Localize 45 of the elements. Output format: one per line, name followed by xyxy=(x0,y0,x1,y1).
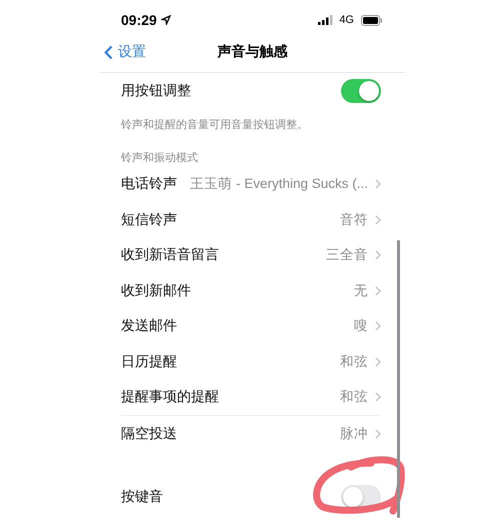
setting-label: 收到新邮件 xyxy=(121,282,191,300)
chevron-icon xyxy=(375,356,381,367)
section-header: 铃声和振动模式 xyxy=(121,150,199,166)
setting-value: 和弦 xyxy=(339,352,368,371)
setting-label: 用按钮调整 xyxy=(121,82,191,100)
setting-value: 无 xyxy=(353,282,368,300)
page-title: 声音与触感 xyxy=(218,43,288,61)
chevron-icon xyxy=(375,214,381,225)
battery-icon xyxy=(361,14,383,26)
chevron-icon xyxy=(375,392,381,402)
settings-row[interactable]: 电话铃声 王玉萌 - Everything Sucks (... xyxy=(121,166,381,202)
settings-row[interactable]: 短信铃声 音符 xyxy=(121,202,381,238)
status-time: 09:29 xyxy=(121,12,157,28)
network-type: 4G xyxy=(339,14,354,26)
settings-row[interactable]: 收到新语音留言 三全音 xyxy=(121,238,381,273)
chevron-icon xyxy=(375,179,381,190)
footnote: 铃声和提醒的音量可用音量按钮调整。 xyxy=(121,116,309,132)
chevron-icon xyxy=(375,250,381,260)
chevron-icon xyxy=(375,321,381,332)
settings-row[interactable]: 隔空投送 脉冲 xyxy=(121,416,381,452)
setting-value: 音符 xyxy=(339,210,368,229)
chevron-icon xyxy=(375,286,381,296)
setting-label: 隔空投送 xyxy=(121,424,177,443)
setting-label: 提醒事项的提醒 xyxy=(121,388,219,406)
settings-row[interactable]: 日历提醒 和弦 xyxy=(121,344,381,380)
setting-label: 日历提醒 xyxy=(121,352,177,371)
setting-value: 三全音 xyxy=(325,246,368,264)
chevron-icon xyxy=(375,428,381,439)
settings-row[interactable]: 提醒事项的提醒 和弦 xyxy=(121,380,381,415)
setting-label: 发送邮件 xyxy=(121,317,177,336)
setting-value: 和弦 xyxy=(339,388,368,406)
setting-label: 电话铃声 xyxy=(121,175,177,194)
back-button[interactable]: 设置 xyxy=(102,41,148,63)
toggle-switch[interactable] xyxy=(341,78,381,103)
location-arrow-icon xyxy=(160,15,171,25)
setting-label: 收到新语音留言 xyxy=(121,246,219,264)
setting-value: 脉冲 xyxy=(339,424,368,443)
setting-value: 王玉萌 - Everything Sucks (... xyxy=(189,175,368,194)
settings-row[interactable]: 发送邮件 嗖 xyxy=(121,308,381,344)
back-chevron-icon xyxy=(104,44,113,60)
setting-value: 嗖 xyxy=(353,317,368,336)
signal-icon xyxy=(318,15,334,25)
setting-label: 按键音 xyxy=(121,488,163,506)
setting-label: 短信铃声 xyxy=(121,210,177,229)
settings-row[interactable]: 收到新邮件 无 xyxy=(121,273,381,308)
